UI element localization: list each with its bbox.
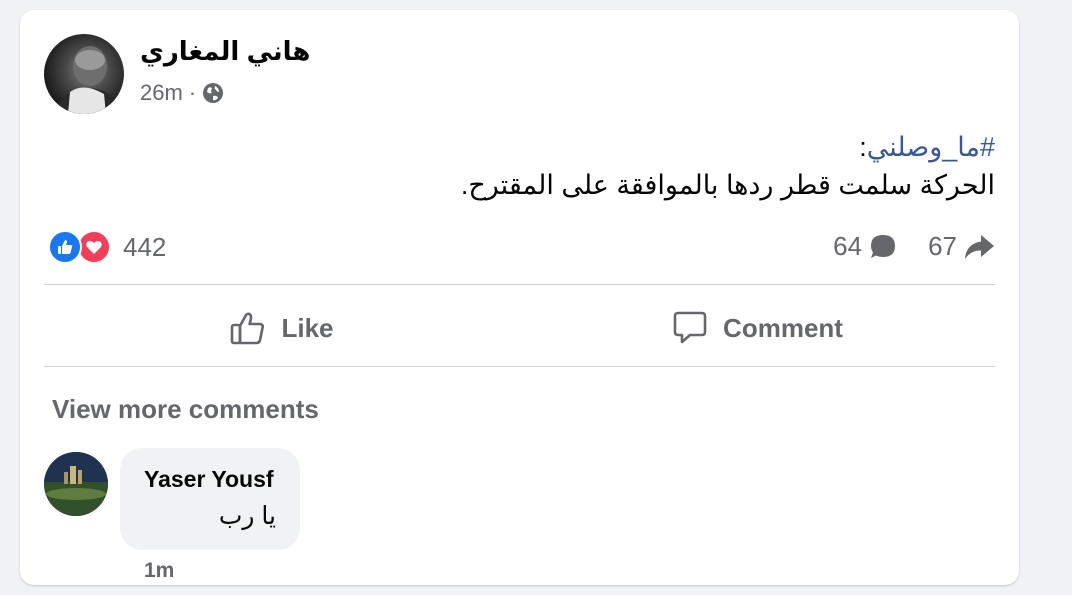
comment-label: Comment (723, 312, 843, 343)
comment-timestamp[interactable]: 1m (144, 559, 174, 583)
reactions-summary[interactable]: 442 (48, 230, 166, 264)
comments-count: 64 (833, 231, 863, 261)
reactions-divider (44, 284, 995, 285)
comment-icon (673, 311, 707, 344)
post-card: هاني المغاري 26m · #ما_وصلني: الحركة سلم… (20, 10, 1019, 585)
reaction-count[interactable]: 442 (123, 232, 166, 263)
comment-author[interactable]: Yaser Yousf (144, 466, 276, 493)
post-body: #ما_وصلني: الحركة سلمت قطر ردها بالموافق… (461, 128, 995, 204)
comments-count-stat[interactable]: 64 (833, 231, 898, 262)
like-button[interactable]: Like (44, 302, 519, 354)
share-arrow-icon (965, 234, 994, 259)
like-icon (48, 230, 82, 264)
shares-count-stat[interactable]: 67 (928, 231, 995, 262)
post-meta: 26m · (140, 80, 224, 106)
post-stats: 64 67 (833, 231, 995, 262)
globe-icon[interactable] (202, 82, 224, 104)
hashtag-suffix: : (859, 132, 867, 162)
author-avatar[interactable] (44, 34, 124, 114)
love-icon (77, 230, 111, 264)
actions-divider (44, 366, 995, 367)
post-hashtag[interactable]: #ما_وصلني (867, 132, 995, 162)
commenter-avatar-photo (44, 452, 108, 516)
post-timestamp[interactable]: 26m (140, 80, 183, 106)
author-avatar-photo (54, 46, 124, 114)
thumbs-up-icon (231, 312, 265, 345)
comment-button[interactable]: Comment (519, 302, 995, 354)
commenter-avatar[interactable] (44, 452, 108, 516)
author-name[interactable]: هاني المغاري (140, 36, 310, 67)
comment-bubble[interactable]: Yaser Yousf يا رب (120, 448, 300, 550)
comment-bubble-icon (871, 234, 896, 258)
like-label: Like (281, 312, 334, 343)
view-more-comments-link[interactable]: View more comments (52, 394, 319, 425)
meta-separator: · (188, 80, 197, 105)
post-hashtag-line: #ما_وصلني: (461, 128, 995, 166)
shares-count: 67 (928, 231, 957, 261)
comment-text: يا رب (218, 502, 276, 530)
post-text: الحركة سلمت قطر ردها بالموافقة على المقت… (460, 170, 995, 200)
